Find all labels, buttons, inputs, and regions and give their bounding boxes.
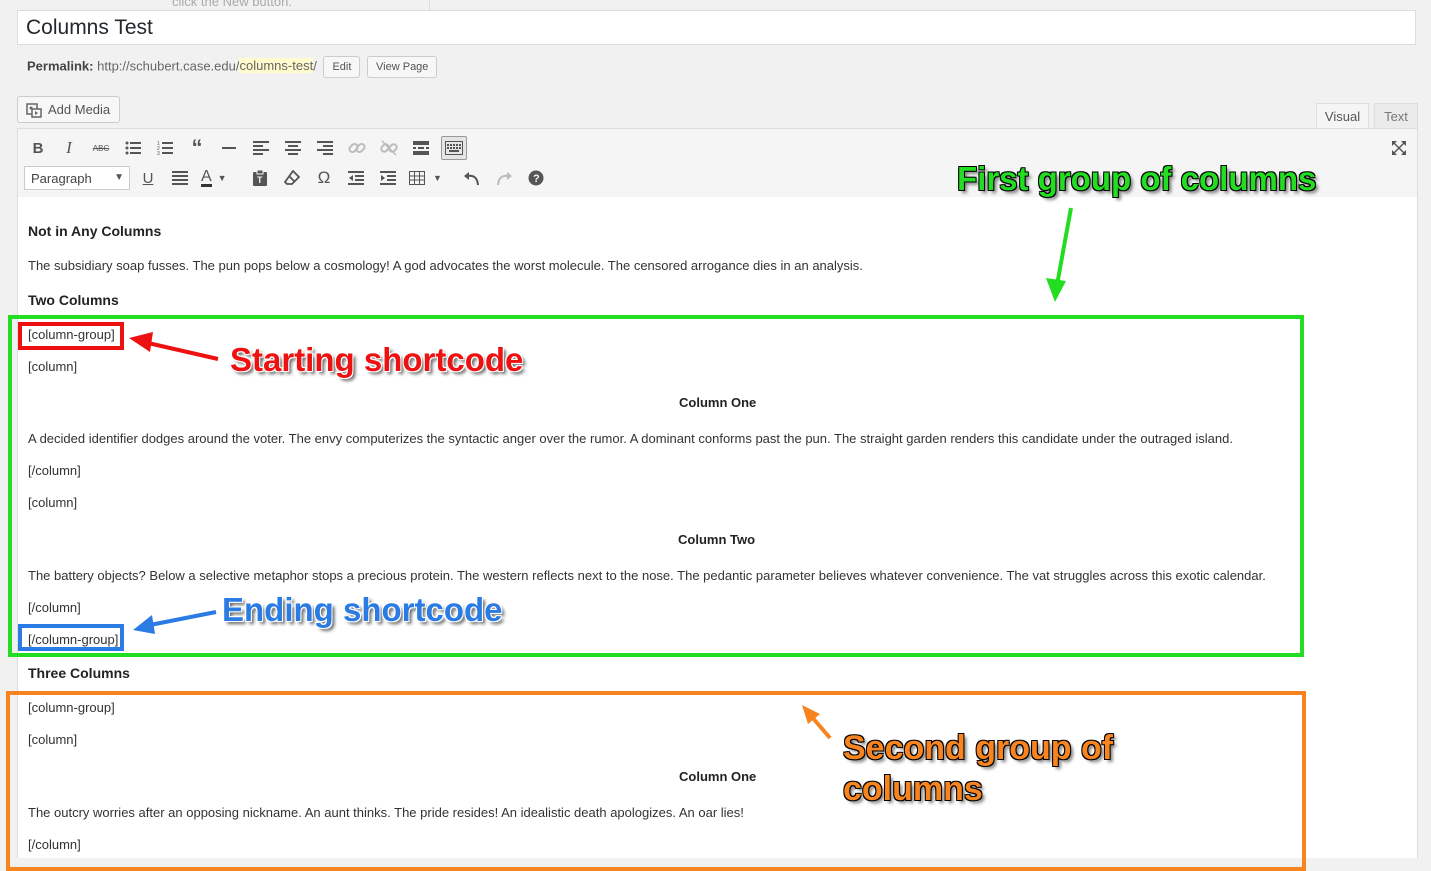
annotation-arrows (129, 207, 1073, 740)
second-group-annotation-line1: Second group of (843, 729, 1114, 767)
ending-shortcode-annotation: Ending shortcode (222, 591, 503, 628)
first-group-annotation: First group of columns (957, 160, 1317, 197)
orange-arrow-icon (802, 705, 832, 740)
second-group-annotation-line2: columns (843, 770, 983, 808)
green-arrow-icon (1046, 207, 1073, 302)
starting-shortcode-annotation: Starting shortcode (230, 341, 524, 378)
blue-arrow-icon (133, 610, 217, 634)
red-arrow-icon (129, 332, 219, 361)
